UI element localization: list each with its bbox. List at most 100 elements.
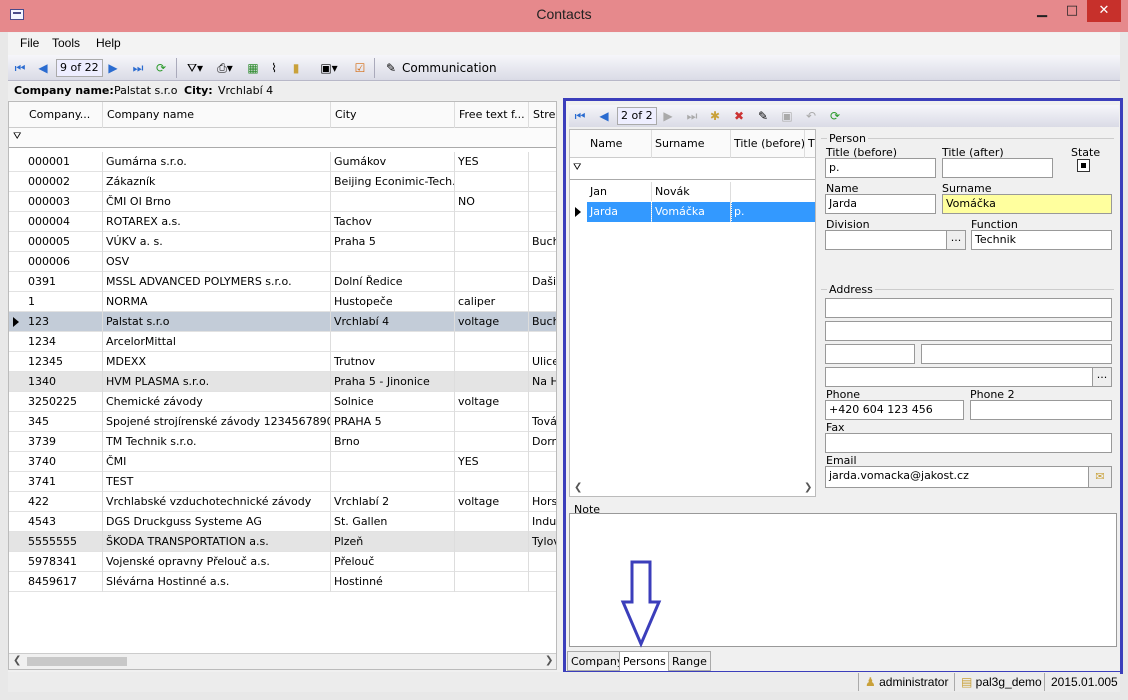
minimize-button[interactable]: ▁ (1028, 0, 1056, 22)
table-row[interactable]: 345 Spojené strojírenské závody 123456789… (9, 412, 556, 432)
persons-grid[interactable]: Name Surname Title (before) Ti ⛛ Jan Nov… (569, 129, 816, 497)
email-send-icon[interactable]: ✉ (1088, 466, 1112, 488)
menu-tools[interactable]: Tools (52, 36, 80, 50)
last-icon[interactable]: ⏭ (685, 107, 699, 125)
name-field[interactable]: Jarda (825, 194, 936, 214)
next-icon[interactable]: ▶ (106, 59, 120, 77)
table-row[interactable]: 422 Vrchlabské vzduchotechnické závody Vrc… (9, 492, 556, 512)
table-row[interactable]: 000004 ROTAREX a.s. Tachov (9, 212, 556, 232)
table-row[interactable]: 0391 MSSL ADVANCED POLYMERS s.r.o. Dolní Ř… (9, 272, 556, 292)
cell-name: Zákazník (103, 172, 331, 192)
undo-icon[interactable]: ↶ (803, 107, 819, 125)
table-row[interactable]: 3739TM Technik s.r.o.Brno Dorny (9, 432, 556, 452)
col-person-surname[interactable]: Surname (652, 130, 731, 158)
state-checkbox[interactable] (1077, 159, 1090, 172)
phone-field[interactable]: +420 604 123 456 (825, 400, 964, 420)
task-icon[interactable]: ☑ (352, 59, 368, 77)
attach-icon[interactable]: ⌇ (266, 59, 282, 77)
companies-grid[interactable]: Company... Company name City Free text f… (8, 101, 557, 670)
table-row[interactable]: 3250225 Chemické závody Solnice voltage (9, 392, 556, 412)
title-after-field[interactable] (942, 158, 1053, 178)
grid-hscrollbar[interactable]: ❮ ❯ (9, 653, 556, 669)
paste-icon[interactable]: ▮ (288, 59, 304, 77)
prev-icon[interactable]: ◀ (36, 59, 50, 77)
division-picker-button[interactable]: ... (946, 230, 966, 250)
col-code[interactable]: Company... (25, 102, 103, 128)
fax-field[interactable] (825, 433, 1112, 453)
export-icon[interactable]: ▦ (244, 59, 262, 77)
table-row[interactable]: 000006 OSV (9, 252, 556, 272)
col-person-name[interactable]: Name (587, 130, 652, 158)
title-before-field[interactable]: p. (825, 158, 936, 178)
tab-range[interactable]: Range (668, 651, 711, 671)
table-row[interactable]: 123Palstat s.r.oVrchlabí 4voltageBucha (9, 312, 556, 332)
maximize-button[interactable]: □ (1058, 0, 1086, 22)
cell-code: 123 (25, 312, 103, 332)
table-row[interactable]: 8459617 Slévárna Hostinné a.s. Hostinné (9, 572, 556, 592)
scroll-left-icon[interactable]: ❮ (574, 482, 582, 493)
table-row[interactable]: 5978341 Vojenské opravny Přelouč a.s. Přel… (9, 552, 556, 572)
table-row[interactable]: 1340 HVM PLASMA s.r.o. Praha 5 - Jinonice N… (9, 372, 556, 392)
surname-field[interactable]: Vomáčka (942, 194, 1112, 214)
first-icon[interactable]: ⏮ (573, 107, 587, 125)
menu-help[interactable]: Help (96, 36, 121, 50)
table-row[interactable]: 1234 ArcelorMittal (9, 332, 556, 352)
col-city[interactable]: City (331, 102, 455, 128)
persons-filter-row[interactable]: ⛛ (570, 158, 815, 180)
communication-icon[interactable]: ✎ (382, 59, 400, 77)
col-street[interactable]: Stree (529, 102, 556, 128)
record-position[interactable]: 9 of 22 (56, 59, 103, 77)
phone2-field[interactable] (970, 400, 1112, 420)
cell-city: Gumákov (331, 152, 455, 172)
table-row[interactable]: 3740 ČMI YES (9, 452, 556, 472)
refresh-icon[interactable]: ⟳ (827, 107, 843, 125)
view-icon[interactable]: ▣▾ (314, 59, 344, 77)
col-person-title[interactable]: Title (before) (731, 130, 805, 158)
zip-field[interactable] (825, 344, 915, 364)
communication-button[interactable]: Communication (402, 59, 502, 77)
col-person-title2[interactable]: Ti (805, 130, 815, 158)
table-row[interactable]: 3741 TEST (9, 472, 556, 492)
menu-file[interactable]: File (20, 36, 39, 50)
next-icon[interactable]: ▶ (661, 107, 675, 125)
scroll-right-icon[interactable]: ❯ (545, 655, 553, 666)
address-line1-field[interactable] (825, 298, 1112, 318)
save-icon[interactable]: ▣ (779, 107, 795, 125)
country-field[interactable] (825, 367, 1093, 387)
last-icon[interactable]: ⏭ (130, 59, 146, 77)
new-icon[interactable]: ✱ (707, 107, 723, 125)
table-row[interactable]: Jarda Vomáčka p. (587, 201, 815, 223)
scroll-right-icon[interactable]: ❯ (804, 482, 812, 493)
col-free[interactable]: Free text f... (455, 102, 529, 128)
filter-icon[interactable]: ⛛▾ (182, 59, 208, 77)
division-field[interactable] (825, 230, 947, 250)
first-icon[interactable]: ⏮ (12, 59, 28, 77)
grid-filter-row[interactable]: ⛛ (9, 128, 556, 148)
country-picker-button[interactable]: ... (1092, 367, 1112, 387)
cell-free (455, 252, 529, 272)
tab-persons[interactable]: Persons (619, 651, 670, 671)
prev-icon[interactable]: ◀ (597, 107, 611, 125)
person-position[interactable]: 2 of 2 (617, 107, 657, 125)
table-row[interactable]: 5555555 ŠKODA TRANSPORTATION a.s. Plzeň Tyl… (9, 532, 556, 552)
town-field[interactable] (921, 344, 1112, 364)
refresh-icon[interactable]: ⟳ (153, 59, 169, 77)
table-row[interactable]: 12345 MDEXX Trutnov Ulice (9, 352, 556, 372)
col-name[interactable]: Company name (103, 102, 331, 128)
function-field[interactable]: Technik (971, 230, 1112, 250)
print-icon[interactable]: ⎙▾ (212, 59, 238, 77)
scroll-thumb[interactable] (27, 657, 127, 666)
table-row[interactable]: 000005VÚKV a. s.Praha 5 Bucha (9, 232, 556, 252)
table-row[interactable]: 000003 ČMI OI Brno NO (9, 192, 556, 212)
table-row[interactable]: 1 NORMA Hustopeče caliper (9, 292, 556, 312)
edit-icon[interactable]: ✎ (755, 107, 771, 125)
table-row[interactable]: Jan Novák (587, 182, 815, 202)
delete-icon[interactable]: ✖ (731, 107, 747, 125)
table-row[interactable]: 4543 DGS Druckguss Systeme AG St. Gallen In… (9, 512, 556, 532)
email-field[interactable]: jarda.vomacka@jakost.cz (825, 466, 1089, 488)
scroll-left-icon[interactable]: ❮ (13, 655, 21, 666)
table-row[interactable]: 000001 Gumárna s.r.o. Gumákov YES (9, 152, 556, 172)
table-row[interactable]: 000002 Zákazník Beijing Econimic-Tech... (9, 172, 556, 192)
address-line2-field[interactable] (825, 321, 1112, 341)
close-button[interactable]: ✕ (1087, 0, 1121, 22)
